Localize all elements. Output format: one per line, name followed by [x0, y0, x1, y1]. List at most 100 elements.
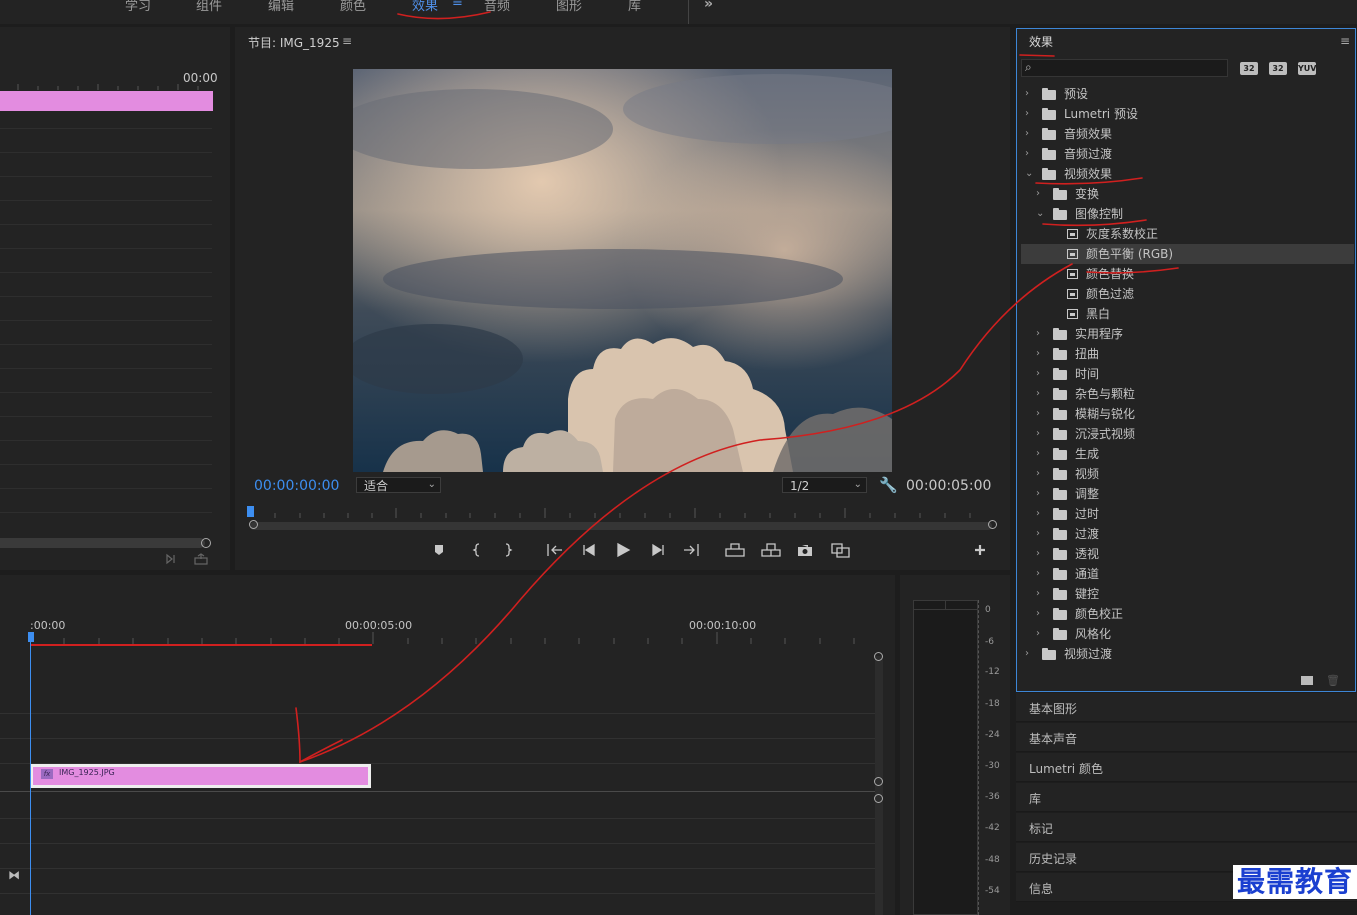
effects-tree-item[interactable]: › 生成 — [1021, 444, 1354, 464]
chevron-right-icon[interactable]: › — [1025, 104, 1029, 124]
chevron-right-icon[interactable]: › — [1036, 584, 1040, 604]
effects-tree-item[interactable]: › 模糊与锐化 — [1021, 404, 1354, 424]
source-clip-bar[interactable] — [0, 91, 213, 111]
timeline-ruler[interactable] — [30, 632, 870, 644]
program-zoom-scrollbar[interactable] — [250, 522, 992, 530]
chevron-right-icon[interactable]: › — [1036, 624, 1040, 644]
effects-tree-item[interactable]: › 视频过渡 — [1021, 644, 1354, 664]
chevron-right-icon[interactable]: › — [1036, 444, 1040, 464]
32bit-effects-filter-icon[interactable]: 32 — [1269, 62, 1287, 75]
panel-lumetri-color[interactable]: Lumetri 颜色 — [1016, 753, 1357, 782]
trash-icon[interactable]: 🗑 — [1326, 674, 1340, 687]
timeline-clip[interactable]: fx IMG_1925.JPG — [30, 764, 371, 788]
resolution-dropdown[interactable]: 1/2 ⌄ — [782, 477, 867, 493]
chevron-down-icon[interactable]: ⌄ — [1025, 164, 1033, 184]
timeline-scroll-handle[interactable] — [874, 652, 883, 661]
effects-tree-item[interactable]: › 音频效果 — [1021, 124, 1354, 144]
effects-tree-item[interactable]: › 杂色与颗粒 — [1021, 384, 1354, 404]
chevron-right-icon[interactable]: › — [1025, 644, 1029, 664]
panel-markers[interactable]: 标记 — [1016, 813, 1357, 842]
effects-tree-item[interactable]: › 扭曲 — [1021, 344, 1354, 364]
workspace-tab-color[interactable]: 颜色 — [340, 0, 366, 14]
program-playhead[interactable] — [247, 506, 254, 517]
panel-libraries[interactable]: 库 — [1016, 783, 1357, 812]
program-monitor-title[interactable]: 节目: IMG_1925 — [248, 34, 340, 51]
play-button[interactable] — [613, 540, 633, 558]
yuv-effects-filter-icon[interactable]: YUV — [1298, 62, 1316, 75]
chevron-right-icon[interactable]: › — [1036, 404, 1040, 424]
effects-tree-item[interactable]: › Lumetri 预设 — [1021, 104, 1354, 124]
chevron-right-icon[interactable]: › — [1036, 364, 1040, 384]
effects-tree-item[interactable]: › 实用程序 — [1021, 324, 1354, 344]
effects-tree-item[interactable]: › 键控 — [1021, 584, 1354, 604]
chevron-right-icon[interactable]: › — [1036, 504, 1040, 524]
chevron-right-icon[interactable]: › — [1036, 604, 1040, 624]
effects-tree-item[interactable]: › 通道 — [1021, 564, 1354, 584]
workspace-tab-libraries[interactable]: 库 — [628, 0, 641, 14]
chevron-right-icon[interactable]: › — [1036, 324, 1040, 344]
timeline-playhead-line[interactable] — [30, 632, 31, 915]
effects-tree-item[interactable]: 颜色替换 — [1021, 264, 1354, 284]
effects-tree-item[interactable]: 灰度系数校正 — [1021, 224, 1354, 244]
workspace-tab-assembly[interactable]: 组件 — [196, 0, 222, 14]
effects-tree-item[interactable]: › 过渡 — [1021, 524, 1354, 544]
effects-tree-item[interactable]: › 过时 — [1021, 504, 1354, 524]
add-marker-button[interactable] — [430, 540, 450, 558]
chevron-right-icon[interactable]: › — [1036, 524, 1040, 544]
button-editor-button[interactable] — [970, 540, 990, 558]
zoom-dropdown[interactable]: 适合 ⌄ — [356, 477, 441, 493]
chevron-right-icon[interactable]: › — [1036, 424, 1040, 444]
effects-tree-item[interactable]: › 透视 — [1021, 544, 1354, 564]
program-video-frame[interactable] — [353, 69, 892, 472]
chevron-down-icon[interactable]: ⌄ — [1036, 204, 1044, 224]
workspace-overflow-icon[interactable]: » — [704, 0, 713, 12]
chevron-right-icon[interactable]: › — [1036, 384, 1040, 404]
source-scroll-handle[interactable] — [201, 538, 211, 548]
program-scroll-handle-left[interactable] — [249, 520, 258, 529]
effects-tree-item[interactable]: 颜色过滤 — [1021, 284, 1354, 304]
effects-tree-item[interactable]: 黑白 — [1021, 304, 1354, 324]
source-scrollbar[interactable] — [0, 538, 205, 548]
settings-wrench-icon[interactable]: 🔧 — [879, 476, 898, 494]
timeline-work-area-bar[interactable] — [30, 644, 372, 646]
workspace-tab-audio[interactable]: 音频 — [484, 0, 510, 14]
effects-tree-item[interactable]: › 时间 — [1021, 364, 1354, 384]
effects-menu-icon[interactable]: ≡ — [1340, 34, 1350, 48]
timeline-playhead-handle[interactable] — [28, 632, 34, 642]
chevron-right-icon[interactable]: › — [1036, 344, 1040, 364]
program-menu-icon[interactable]: ≡ — [342, 34, 352, 48]
timeline-scroll-handle[interactable] — [874, 777, 883, 786]
effects-tree-item[interactable]: › 视频 — [1021, 464, 1354, 484]
effects-tree-item[interactable]: › 颜色校正 — [1021, 604, 1354, 624]
chevron-right-icon[interactable]: › — [1036, 564, 1040, 584]
workspace-tab-editing[interactable]: 编辑 — [268, 0, 294, 14]
effects-panel-title[interactable]: 效果 — [1029, 33, 1053, 50]
program-ruler[interactable] — [250, 508, 992, 518]
chevron-right-icon[interactable]: › — [1025, 84, 1029, 104]
workspace-tab-learn[interactable]: 学习 — [125, 0, 151, 14]
effects-tree-item[interactable]: ⌄ 视频效果 — [1021, 164, 1354, 184]
effects-tree-item[interactable]: › 音频过渡 — [1021, 144, 1354, 164]
panel-essential-graphics[interactable]: 基本图形 — [1016, 693, 1357, 722]
program-current-timecode[interactable]: 00:00:00:00 — [254, 478, 339, 494]
chevron-right-icon[interactable]: › — [1036, 544, 1040, 564]
chevron-right-icon[interactable]: › — [1025, 144, 1029, 164]
effects-tree-item[interactable]: › 预设 — [1021, 84, 1354, 104]
effects-tree-item[interactable]: › 调整 — [1021, 484, 1354, 504]
source-insert-icons[interactable] — [165, 553, 215, 565]
effects-tree-item[interactable]: › 风格化 — [1021, 624, 1354, 644]
workspace-menu-icon[interactable]: ≡ — [452, 0, 463, 10]
effects-tree-item[interactable]: ⌄ 图像控制 — [1021, 204, 1354, 224]
effects-tree-item[interactable]: 颜色平衡 (RGB) — [1021, 244, 1354, 264]
effects-tree-item[interactable]: › 变换 — [1021, 184, 1354, 204]
chevron-right-icon[interactable]: › — [1036, 484, 1040, 504]
accelerated-effects-filter-icon[interactable]: 32 — [1240, 62, 1258, 75]
workspace-tab-graphics[interactable]: 图形 — [556, 0, 582, 14]
workspace-tab-effects[interactable]: 效果 — [412, 0, 438, 14]
track-collapse-icon[interactable]: ⧓ — [8, 868, 20, 882]
effects-tree-item[interactable]: › 沉浸式视频 — [1021, 424, 1354, 444]
chevron-right-icon[interactable]: › — [1025, 124, 1029, 144]
timeline-scroll-handle[interactable] — [874, 794, 883, 803]
program-scroll-handle-right[interactable] — [988, 520, 997, 529]
effects-search-input[interactable]: ⌕ — [1021, 59, 1228, 77]
